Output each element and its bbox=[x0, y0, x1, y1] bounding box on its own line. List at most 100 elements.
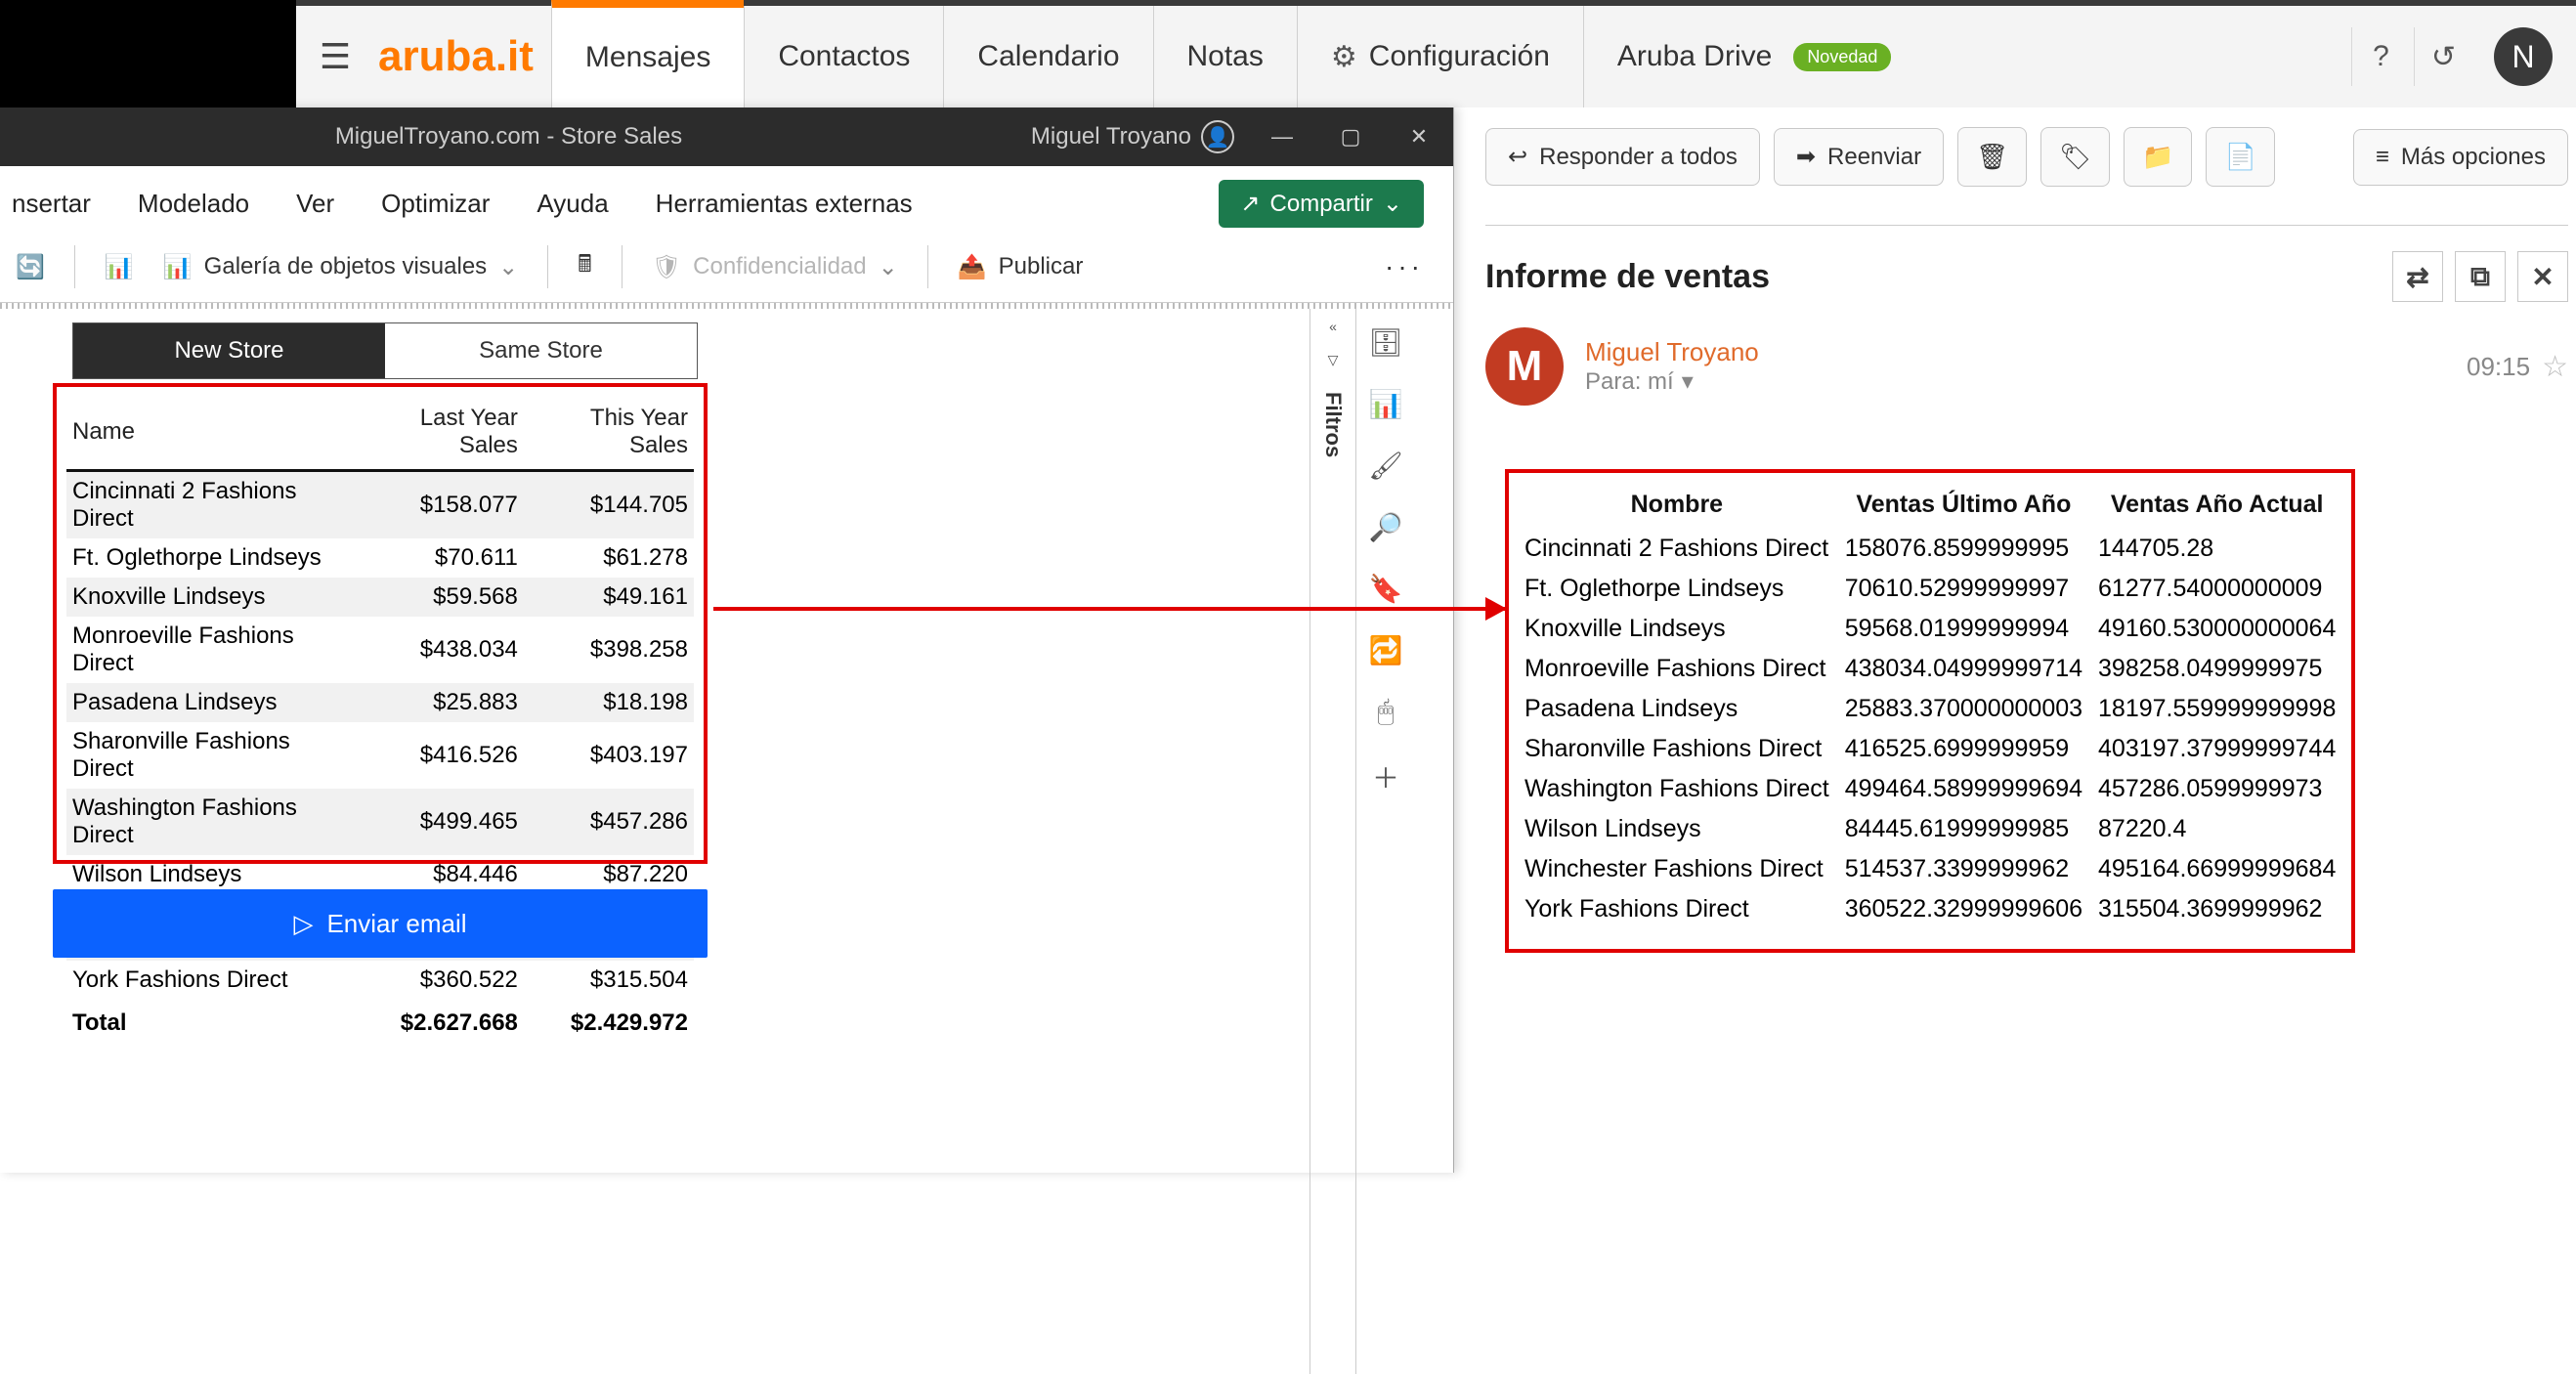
bookmark-icon[interactable]: 🔖 bbox=[1369, 573, 1403, 605]
ribbon-tab-ver[interactable]: Ver bbox=[296, 189, 334, 219]
cell-name: Monroeville Fashions Direct bbox=[66, 617, 354, 683]
tab-notas[interactable]: Notas bbox=[1153, 6, 1297, 107]
close-icon[interactable]: ✕ bbox=[2517, 251, 2568, 302]
tab-mensajes[interactable]: Mensajes bbox=[551, 0, 744, 107]
sync-icon[interactable]: 🔁 bbox=[1369, 634, 1403, 666]
sales-table-highlight: Name Last Year Sales This Year Sales Cin… bbox=[53, 383, 708, 864]
table-row[interactable]: York Fashions Direct$360.522$315.504 bbox=[66, 961, 694, 1000]
cell-last-year: $158.077 bbox=[354, 471, 524, 539]
menu-icon: ≡ bbox=[2376, 144, 2389, 171]
aruba-logo[interactable]: aruba.it bbox=[374, 6, 551, 107]
forward-button[interactable]: ➡ Reenviar bbox=[1774, 128, 1944, 186]
sender-avatar: M bbox=[1485, 327, 1564, 406]
recipient-line[interactable]: Para: mí ▾ bbox=[1585, 367, 1759, 396]
cell-last-year: $360.522 bbox=[354, 961, 524, 1000]
share-button[interactable]: ↗ Compartir ⌄ bbox=[1219, 180, 1424, 228]
maximize-icon[interactable]: ▢ bbox=[1316, 124, 1385, 150]
cell-name: York Fashions Direct bbox=[66, 961, 354, 1000]
ribbon-tab-insertar[interactable]: nsertar bbox=[12, 189, 91, 219]
filters-rail[interactable]: « ▽ Filtros bbox=[1309, 309, 1356, 1374]
table-row[interactable]: Ft. Oglethorpe Lindseys$70.611$61.278 bbox=[66, 538, 694, 578]
separator bbox=[547, 245, 548, 288]
close-icon[interactable]: ✕ bbox=[1385, 124, 1453, 150]
format-icon[interactable]: 🖌 bbox=[1368, 450, 1403, 482]
delete-button[interactable]: 🗑 bbox=[1957, 127, 2027, 187]
tab-calendario[interactable]: Calendario bbox=[943, 6, 1152, 107]
pbi-side-panels: « ▽ Filtros 🗄 📊 🖌 🔎 🔖 🔁 🖱 ＋ bbox=[1309, 309, 1427, 1374]
tab-contactos[interactable]: Contactos bbox=[744, 6, 943, 107]
new-visual-icon[interactable]: 📊 bbox=[105, 253, 134, 281]
pbi-user[interactable]: Miguel Troyano 👤 bbox=[1017, 120, 1248, 153]
table-row: Cincinnati 2 Fashions Direct158076.85999… bbox=[1521, 529, 2347, 569]
gallery-icon: 📊 bbox=[163, 253, 193, 281]
cell-last-year: 25883.370000000003 bbox=[1841, 689, 2094, 729]
expand-icon[interactable]: ⇄ bbox=[2392, 251, 2443, 302]
tab-label: Configuración bbox=[1369, 40, 1550, 73]
calculator-icon[interactable]: 🖩 bbox=[578, 247, 591, 287]
cell-name: Ft. Oglethorpe Lindseys bbox=[66, 538, 354, 578]
button-label: Confidencialidad bbox=[693, 253, 866, 280]
copy-button[interactable]: 📄 bbox=[2206, 127, 2274, 187]
table-row[interactable]: Sharonville Fashions Direct$416.526$403.… bbox=[66, 722, 694, 789]
overflow-icon[interactable]: ··· bbox=[1385, 251, 1424, 282]
cell-name: Sharonville Fashions Direct bbox=[1521, 729, 1841, 769]
sender-name: Miguel Troyano bbox=[1585, 337, 1759, 367]
cell-this-year: $457.286 bbox=[524, 789, 694, 855]
cell-last-year: 360522.32999999606 bbox=[1841, 889, 2094, 929]
tab-new-store[interactable]: New Store bbox=[73, 323, 385, 378]
ribbon-tab-herramientas[interactable]: Herramientas externas bbox=[656, 189, 913, 219]
cell-last-year: 438034.04999999714 bbox=[1841, 649, 2094, 689]
collapse-icon[interactable]: « bbox=[1329, 319, 1337, 334]
button-label: Más opciones bbox=[2401, 144, 2546, 171]
chart-icon[interactable]: 📊 bbox=[1369, 388, 1403, 420]
cell-this-year: 403197.37999999744 bbox=[2094, 729, 2347, 769]
table-row[interactable]: Knoxville Lindseys$59.568$49.161 bbox=[66, 578, 694, 617]
table-row[interactable]: Wilson Lindseys$84.446$87.220 bbox=[66, 855, 694, 894]
tab-same-store[interactable]: Same Store bbox=[385, 323, 697, 378]
data-icon[interactable]: 🗄 bbox=[1368, 326, 1403, 359]
ribbon-tab-ayuda[interactable]: Ayuda bbox=[537, 189, 608, 219]
sensitivity-button[interactable]: 🛡 Confidencialidad ⌄ bbox=[652, 253, 898, 281]
cell-this-year: 144705.28 bbox=[2094, 529, 2347, 569]
cell-this-year: $18.198 bbox=[524, 683, 694, 722]
minimize-icon[interactable]: — bbox=[1248, 124, 1316, 150]
table-row: Sharonville Fashions Direct416525.699999… bbox=[1521, 729, 2347, 769]
table-row[interactable]: Cincinnati 2 Fashions Direct$158.077$144… bbox=[66, 471, 694, 539]
table-row[interactable]: Monroeville Fashions Direct$438.034$398.… bbox=[66, 617, 694, 683]
cell-last-year: $59.568 bbox=[354, 578, 524, 617]
reply-all-button[interactable]: ↩ Responder a todos bbox=[1485, 128, 1760, 186]
chevron-down-icon: ▾ bbox=[1682, 367, 1694, 396]
refresh-icon[interactable]: 🔄 bbox=[16, 253, 45, 281]
cell-this-year: $315.504 bbox=[524, 961, 694, 1000]
drill-icon[interactable]: 🔎 bbox=[1369, 511, 1403, 543]
help-icon[interactable]: ? bbox=[2351, 27, 2410, 86]
cell-last-year: $416.526 bbox=[354, 722, 524, 789]
tag-button[interactable]: 🏷 bbox=[2040, 127, 2110, 187]
ribbon-tab-optimizar[interactable]: Optimizar bbox=[381, 189, 490, 219]
cell-this-year: $49.161 bbox=[524, 578, 694, 617]
email-body-table-container: Nombre Ventas Último Año Ventas Año Actu… bbox=[1505, 469, 2355, 953]
copy-icon: 📄 bbox=[2224, 142, 2255, 172]
hamburger-icon[interactable]: ☰ bbox=[296, 6, 374, 107]
cell-this-year: $61.278 bbox=[524, 538, 694, 578]
add-icon[interactable]: ＋ bbox=[1372, 757, 1399, 796]
cell-this-year: 61277.54000000009 bbox=[2094, 569, 2347, 609]
tab-aruba-drive[interactable]: Aruba Drive Novedad bbox=[1583, 6, 1924, 107]
user-avatar[interactable]: N bbox=[2494, 27, 2553, 86]
star-icon[interactable]: ☆ bbox=[2542, 350, 2568, 384]
publish-button[interactable]: 📤 Publicar bbox=[958, 253, 1084, 281]
total-last-year: $2.627.668 bbox=[354, 1000, 524, 1047]
table-row[interactable]: Washington Fashions Direct$499.465$457.2… bbox=[66, 789, 694, 855]
popout-icon[interactable]: ⧉ bbox=[2455, 251, 2506, 302]
move-button[interactable]: 📁 bbox=[2124, 127, 2192, 187]
more-options-button[interactable]: ≡ Más opciones bbox=[2353, 129, 2568, 186]
tab-configuracion[interactable]: ⚙ Configuración bbox=[1297, 6, 1583, 107]
selection-icon[interactable]: 🖱 bbox=[1378, 696, 1395, 728]
cell-this-year: 49160.530000000064 bbox=[2094, 609, 2347, 649]
history-icon[interactable]: ↺ bbox=[2414, 27, 2472, 86]
send-email-button[interactable]: ▷ Enviar email bbox=[53, 889, 708, 958]
visual-gallery-button[interactable]: 📊 Galería de objetos visuales ⌄ bbox=[163, 253, 519, 281]
chevron-down-icon: ⌄ bbox=[879, 253, 898, 281]
table-row[interactable]: Pasadena Lindseys$25.883$18.198 bbox=[66, 683, 694, 722]
ribbon-tab-modelado[interactable]: Modelado bbox=[138, 189, 249, 219]
